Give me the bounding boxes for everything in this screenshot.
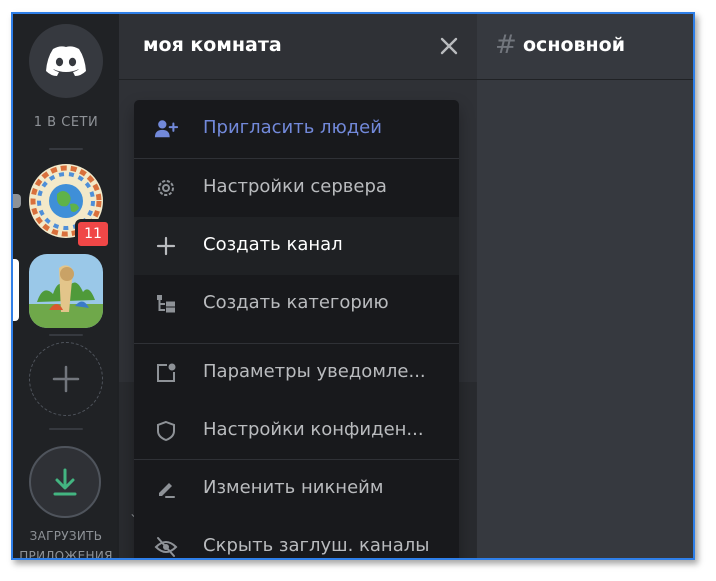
- invite-people-icon: [154, 117, 178, 141]
- menu-item-label: Создать категорию: [203, 292, 389, 313]
- menu-item-create-channel[interactable]: Создать канал: [134, 217, 459, 275]
- channel-hash-icon: #: [495, 30, 517, 60]
- channel-header: # основной: [477, 14, 693, 80]
- download-icon: [53, 468, 77, 496]
- menu-item-label: Создать канал: [203, 234, 343, 255]
- server-dropdown-menu: Пригласить людей Настройки сервера Созда…: [134, 100, 459, 558]
- server-2-avatar-icon: [29, 254, 103, 328]
- category-icon: [154, 292, 178, 316]
- rail-separator: [49, 334, 83, 336]
- pencil-icon: [154, 477, 178, 501]
- download-apps-label: ЗАГРУЗИТЬ ПРИЛОЖЕНИЯ: [19, 529, 113, 560]
- discord-logo-icon: [46, 46, 86, 76]
- menu-item-label: Изменить никнейм: [203, 477, 384, 498]
- menu-item-change-nickname[interactable]: Изменить никнейм: [134, 460, 459, 518]
- close-menu-button[interactable]: [435, 32, 463, 60]
- download-apps-button[interactable]: [29, 446, 101, 518]
- server-name: моя комната: [143, 34, 282, 56]
- notification-icon: [154, 361, 178, 385]
- menu-item-label: Параметры уведомле...: [203, 361, 426, 382]
- mention-badge: 11: [75, 219, 111, 249]
- menu-item-create-category[interactable]: Создать категорию: [134, 275, 459, 333]
- menu-item-server-settings[interactable]: Настройки сервера: [134, 159, 459, 217]
- main-area: # основной: [477, 14, 693, 558]
- selected-indicator: [13, 259, 19, 321]
- unread-indicator: [13, 194, 21, 208]
- menu-item-notification-settings[interactable]: Параметры уведомле...: [134, 344, 459, 402]
- shield-icon: [154, 419, 178, 443]
- server-icon-2[interactable]: [29, 254, 103, 328]
- menu-item-hide-muted-channels[interactable]: Скрыть заглуш. каналы: [134, 518, 459, 558]
- discord-window: 1 В СЕТИ 11 ЗАГРУЗИТЬ ПРИЛОЖЕНИЯ моя ком…: [11, 12, 695, 560]
- rail-separator: [49, 148, 83, 150]
- menu-item-privacy-settings[interactable]: Настройки конфиден...: [134, 402, 459, 460]
- menu-item-invite-people[interactable]: Пригласить людей: [134, 100, 459, 158]
- gear-icon: [154, 176, 178, 200]
- online-count: 1 В СЕТИ: [33, 115, 99, 130]
- plus-icon: [52, 365, 80, 393]
- menu-item-label: Пригласить людей: [203, 117, 382, 138]
- close-icon: [440, 37, 458, 55]
- server-rail: 1 В СЕТИ 11 ЗАГРУЗИТЬ ПРИЛОЖЕНИЯ: [13, 14, 119, 558]
- plus-icon: [154, 234, 178, 258]
- home-button[interactable]: [29, 24, 103, 98]
- channel-name: основной: [523, 34, 626, 56]
- rail-separator: [49, 428, 83, 430]
- server-header[interactable]: моя комната: [119, 14, 477, 80]
- menu-item-label: Настройки сервера: [203, 176, 387, 197]
- eye-off-icon: [154, 535, 178, 558]
- add-server-button[interactable]: [29, 342, 103, 416]
- menu-item-label: Настройки конфиден...: [203, 419, 424, 440]
- menu-item-label: Скрыть заглуш. каналы: [203, 535, 430, 556]
